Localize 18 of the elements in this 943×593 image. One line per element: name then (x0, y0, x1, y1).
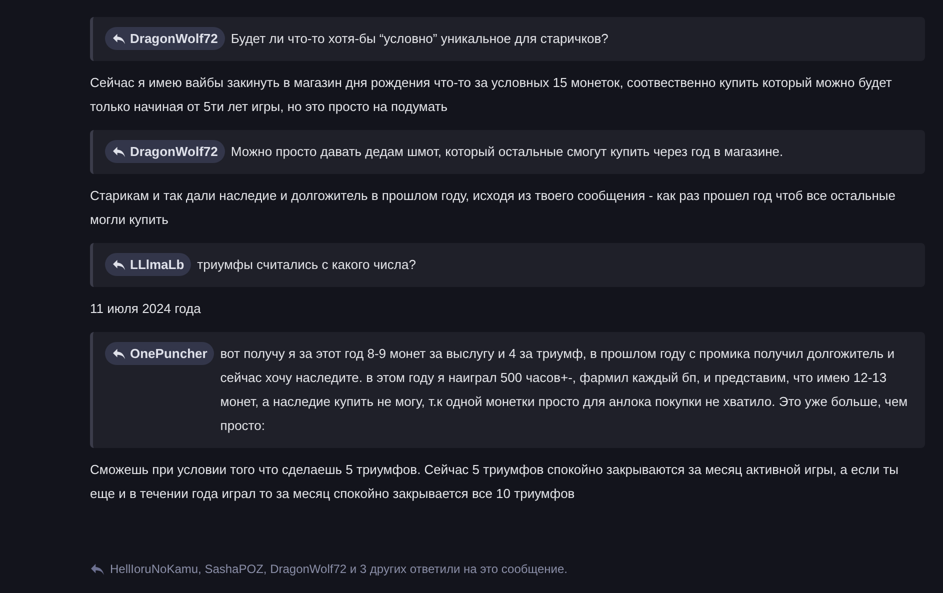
author-chip[interactable]: LLlmaLb (105, 253, 192, 276)
reply-icon (112, 32, 126, 44)
quote-text: Будет ли что-то хотя-бы “условно” уникальное для старичков? (230, 30, 610, 48)
message-text: Старикам и так дали наследие и долгожитель в прошлом году, исходя из твоего сообщения - как раз прошел год чтоб все остальные могли купить (90, 187, 896, 229)
message-text: 11 июля 2024 года (90, 300, 202, 318)
replies-summary[interactable]: HellIoruNoKamu, SashaPOZ, DragonWolf72 и 3 других ответили на это сообщение. (110, 562, 568, 576)
message-text: Сможешь при условии того что сделаешь 5 триумфов. Сейчас 5 триумфов спокойно закрываются за месяц активной игры, а если ты еще и в течении года играл то за месяц спокойно закрывается все 10 триумфов (90, 461, 900, 503)
quote-text: вот получу я за этот год 8-9 монет за выслугу и 4 за триумф, в прошлом году с промика получил долгожитель и сейчас хочу наследите. в этом году я наиграл 500 часов+-, фармил каждый бп, и представим, что имею 12-13 монет, а наследие купить не могу, т.к одной монетки просто для анлока покупки не хватило. Это уже больше, чем просто: (220, 345, 909, 435)
reply-icon (112, 258, 126, 270)
quote-text: Можно просто давать дедам шмот, который остальные смогут купить через год в магазине. (230, 143, 784, 161)
author-chip[interactable]: DragonWolf72 (105, 27, 225, 50)
reply-icon (112, 348, 126, 360)
reply-icon (112, 146, 126, 158)
quote-text: триумфы считались с какого числа? (197, 256, 417, 274)
author-chip[interactable]: DragonWolf72 (105, 140, 225, 163)
author-chip[interactable]: OnePuncher (105, 342, 214, 365)
reply-icon (90, 562, 105, 576)
message-text: Сейчас я имею вайбы закинуть в магазин дня рождения что-то за условных 15 монеток, соотвественно купить который можно будет только начиная от 5ти лет игры, но это просто на подумать (90, 74, 893, 116)
